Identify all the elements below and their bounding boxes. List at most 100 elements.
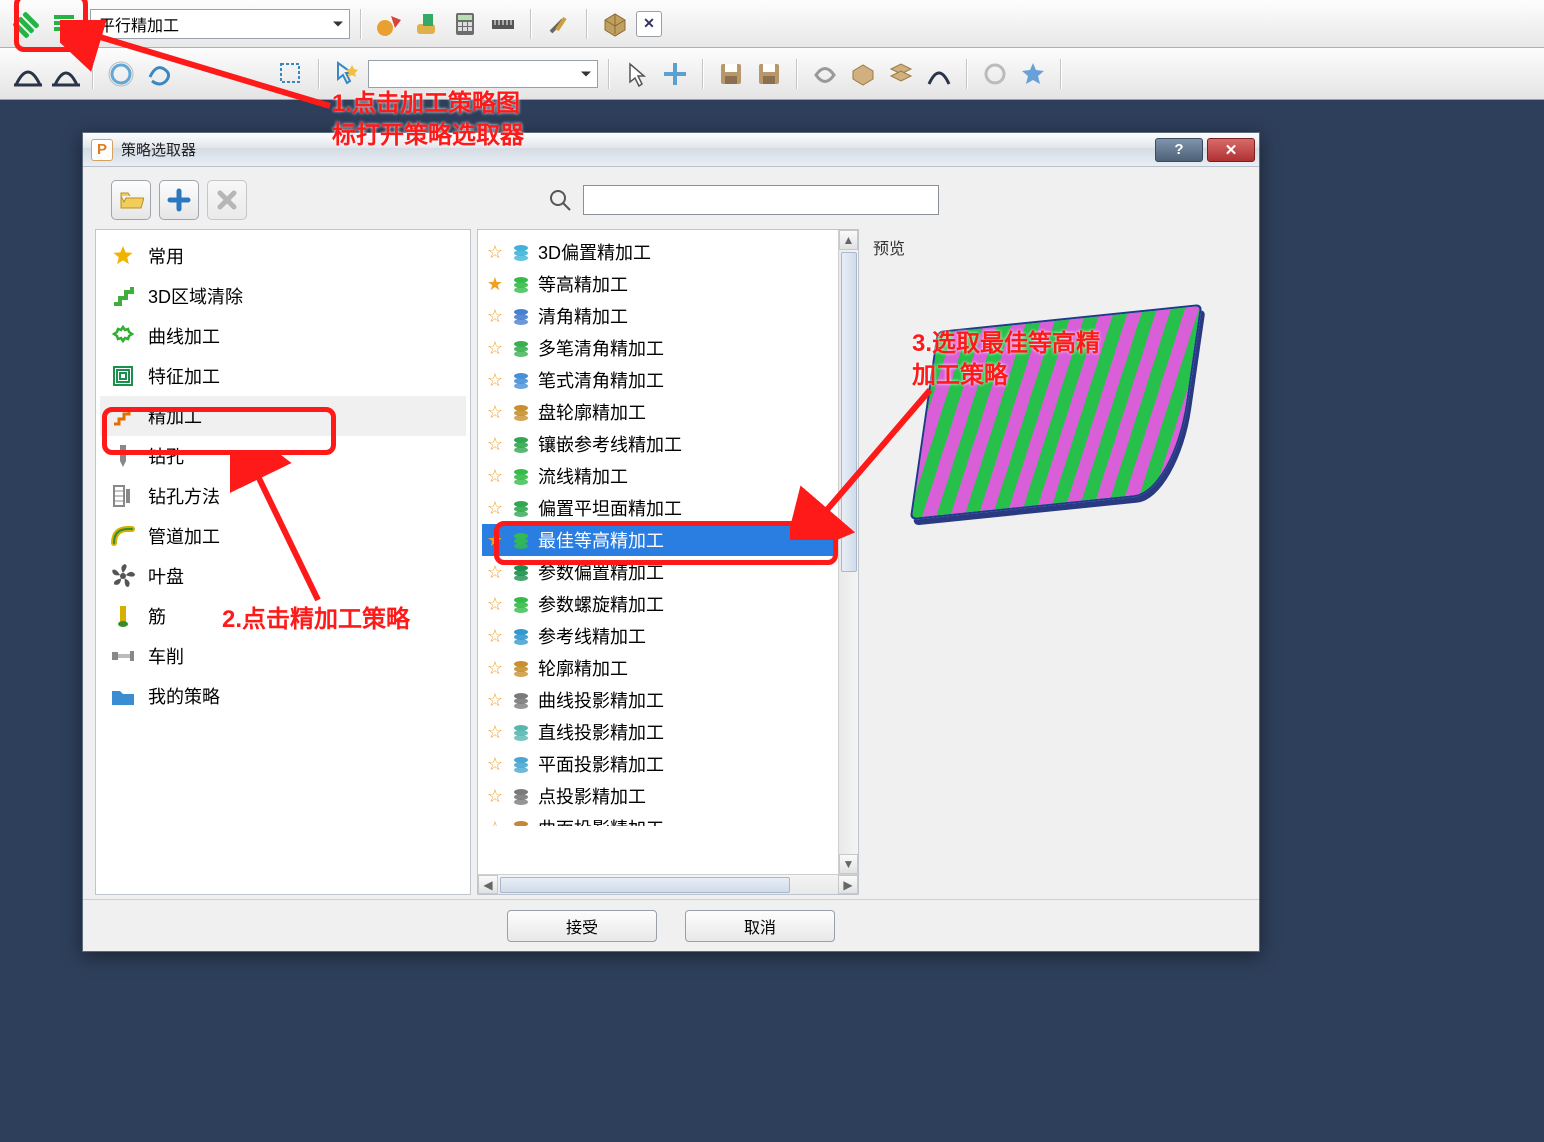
strategy-combo[interactable]: 平行精加工 xyxy=(90,9,350,39)
close-button[interactable]: ✕ xyxy=(1207,138,1255,162)
arch2-icon[interactable] xyxy=(48,57,82,91)
toolbar-icon-a[interactable] xyxy=(372,7,406,41)
cursor-icon[interactable] xyxy=(620,57,654,91)
favorite-star-icon[interactable]: ☆ xyxy=(486,723,504,741)
category-item[interactable]: 钻孔方法 xyxy=(100,476,466,516)
strategy-item[interactable]: ☆ 偏置平坦面精加工 xyxy=(482,492,836,524)
vertical-scrollbar[interactable]: ▲ ▼ xyxy=(838,230,858,874)
strategy-label: 偏置平坦面精加工 xyxy=(538,495,682,521)
category-item[interactable]: 车削 xyxy=(100,636,466,676)
ruler-icon[interactable] xyxy=(486,7,520,41)
disk2-icon[interactable] xyxy=(752,57,786,91)
loop-icon[interactable] xyxy=(142,57,176,91)
search-input[interactable] xyxy=(583,185,939,215)
category-item[interactable]: 我的策略 xyxy=(100,676,466,716)
strategy-item[interactable]: ☆ 参考线精加工 xyxy=(482,620,836,652)
favorite-star-icon[interactable]: ☆ xyxy=(486,307,504,325)
favorite-star-icon[interactable]: ☆ xyxy=(486,659,504,677)
cube-add-icon[interactable] xyxy=(598,7,632,41)
strategy-item[interactable]: ☆ 盘轮廓精加工 xyxy=(482,396,836,428)
category-item[interactable]: 筋 xyxy=(100,596,466,636)
favorite-star-icon[interactable]: ☆ xyxy=(486,435,504,453)
strategy-item[interactable]: ☆ 清角精加工 xyxy=(482,300,836,332)
favorite-star-icon[interactable]: ☆ xyxy=(486,819,504,826)
category-item[interactable]: 曲线加工 xyxy=(100,316,466,356)
select-box-icon[interactable] xyxy=(274,57,308,91)
favorite-star-icon[interactable]: ☆ xyxy=(486,403,504,421)
disk1-icon[interactable] xyxy=(714,57,748,91)
category-item[interactable]: 钻孔 xyxy=(100,436,466,476)
favorite-star-icon[interactable]: ☆ xyxy=(486,243,504,261)
calculator-icon[interactable] xyxy=(448,7,482,41)
loop2-icon[interactable] xyxy=(808,57,842,91)
strategy-item[interactable]: ☆ 曲线投影精加工 xyxy=(482,684,836,716)
favorite-star-icon[interactable]: ☆ xyxy=(486,371,504,389)
favorite-star-icon[interactable]: ☆ xyxy=(486,467,504,485)
category-item[interactable]: 精加工 xyxy=(100,396,466,436)
open-folder-button[interactable] xyxy=(111,180,151,220)
add-button[interactable] xyxy=(159,180,199,220)
strategy-item[interactable]: ☆ 直线投影精加工 xyxy=(482,716,836,748)
close-x-icon[interactable]: ✕ xyxy=(636,11,662,37)
help-button[interactable]: ? xyxy=(1155,138,1203,162)
dialog-columns: 常用 3D区域清除 曲线加工 特征加工 精加工 钻孔 钻孔方法 管道加工 叶盘 xyxy=(95,229,1247,895)
strategy-list[interactable]: ☆ 3D偏置精加工★ 等高精加工☆ 清角精加工☆ 多笔清角精加工☆ xyxy=(478,230,858,874)
strategy-item[interactable]: ☆ 3D偏置精加工 xyxy=(482,236,836,268)
plus-cursor-icon[interactable] xyxy=(658,57,692,91)
favorite-star-icon[interactable]: ★ xyxy=(486,275,504,293)
strategy-item[interactable]: ☆ 点投影精加工 xyxy=(482,780,836,812)
block-icon[interactable] xyxy=(846,57,880,91)
search-combo[interactable] xyxy=(368,60,598,88)
strategy-item[interactable]: ☆ 曲面投影精加工 xyxy=(482,812,836,826)
category-item[interactable]: 管道加工 xyxy=(100,516,466,556)
category-item[interactable]: 叶盘 xyxy=(100,556,466,596)
favorite-star-icon[interactable]: ☆ xyxy=(486,339,504,357)
favorite-star-icon[interactable]: ★ xyxy=(486,531,504,549)
strategy-picker-icon[interactable] xyxy=(10,7,44,41)
favorite-star-icon[interactable]: ☆ xyxy=(486,563,504,581)
favorite-star-icon[interactable]: ☆ xyxy=(486,499,504,517)
scroll-thumb-h[interactable] xyxy=(500,877,790,893)
scroll-up-arrow[interactable]: ▲ xyxy=(839,230,858,250)
strategy-item[interactable]: ★ 最佳等高精加工 xyxy=(482,524,836,556)
scroll-thumb[interactable] xyxy=(841,252,857,572)
star-tool-icon[interactable] xyxy=(1016,57,1050,91)
dialog-titlebar[interactable]: P 策略选取器 ? ✕ xyxy=(83,133,1259,167)
toolbar-icon-b[interactable] xyxy=(410,7,444,41)
arch1-icon[interactable] xyxy=(10,57,44,91)
strategy-item[interactable]: ☆ 镶嵌参考线精加工 xyxy=(482,428,836,460)
delete-button[interactable] xyxy=(207,180,247,220)
favorite-star-icon[interactable]: ☆ xyxy=(486,627,504,645)
accept-button[interactable]: 接受 xyxy=(507,910,657,942)
ring2-icon[interactable] xyxy=(978,57,1012,91)
strategy-item[interactable]: ☆ 多笔清角精加工 xyxy=(482,332,836,364)
cancel-button[interactable]: 取消 xyxy=(685,910,835,942)
star-cursor-icon[interactable] xyxy=(330,57,364,91)
strategy-item[interactable]: ☆ 平面投影精加工 xyxy=(482,748,836,780)
favorite-star-icon[interactable]: ☆ xyxy=(486,787,504,805)
tools-icon[interactable] xyxy=(542,7,576,41)
favorite-star-icon[interactable]: ☆ xyxy=(486,755,504,773)
block-stack-icon[interactable] xyxy=(884,57,918,91)
scroll-right-arrow[interactable]: ▶ xyxy=(838,875,858,894)
category-item[interactable]: 常用 xyxy=(100,236,466,276)
arch3-icon[interactable] xyxy=(922,57,956,91)
toolpath-list-icon[interactable] xyxy=(48,7,82,41)
scroll-down-arrow[interactable]: ▼ xyxy=(839,854,858,874)
horizontal-scrollbar[interactable]: ◀ ▶ xyxy=(478,874,858,894)
category-list[interactable]: 常用 3D区域清除 曲线加工 特征加工 精加工 钻孔 钻孔方法 管道加工 叶盘 xyxy=(95,229,471,895)
strategy-item[interactable]: ☆ 流线精加工 xyxy=(482,460,836,492)
favorite-star-icon[interactable]: ☆ xyxy=(486,691,504,709)
strategy-item[interactable]: ☆ 笔式清角精加工 xyxy=(482,364,836,396)
scroll-left-arrow[interactable]: ◀ xyxy=(478,875,498,894)
strategy-item[interactable]: ☆ 参数偏置精加工 xyxy=(482,556,836,588)
strategy-item[interactable]: ★ 等高精加工 xyxy=(482,268,836,300)
category-icon xyxy=(110,363,136,389)
ring-icon[interactable] xyxy=(104,57,138,91)
strategy-item[interactable]: ☆ 轮廓精加工 xyxy=(482,652,836,684)
category-item[interactable]: 特征加工 xyxy=(100,356,466,396)
strategy-item[interactable]: ☆ 参数螺旋精加工 xyxy=(482,588,836,620)
strategy-label: 流线精加工 xyxy=(538,463,628,489)
category-item[interactable]: 3D区域清除 xyxy=(100,276,466,316)
favorite-star-icon[interactable]: ☆ xyxy=(486,595,504,613)
